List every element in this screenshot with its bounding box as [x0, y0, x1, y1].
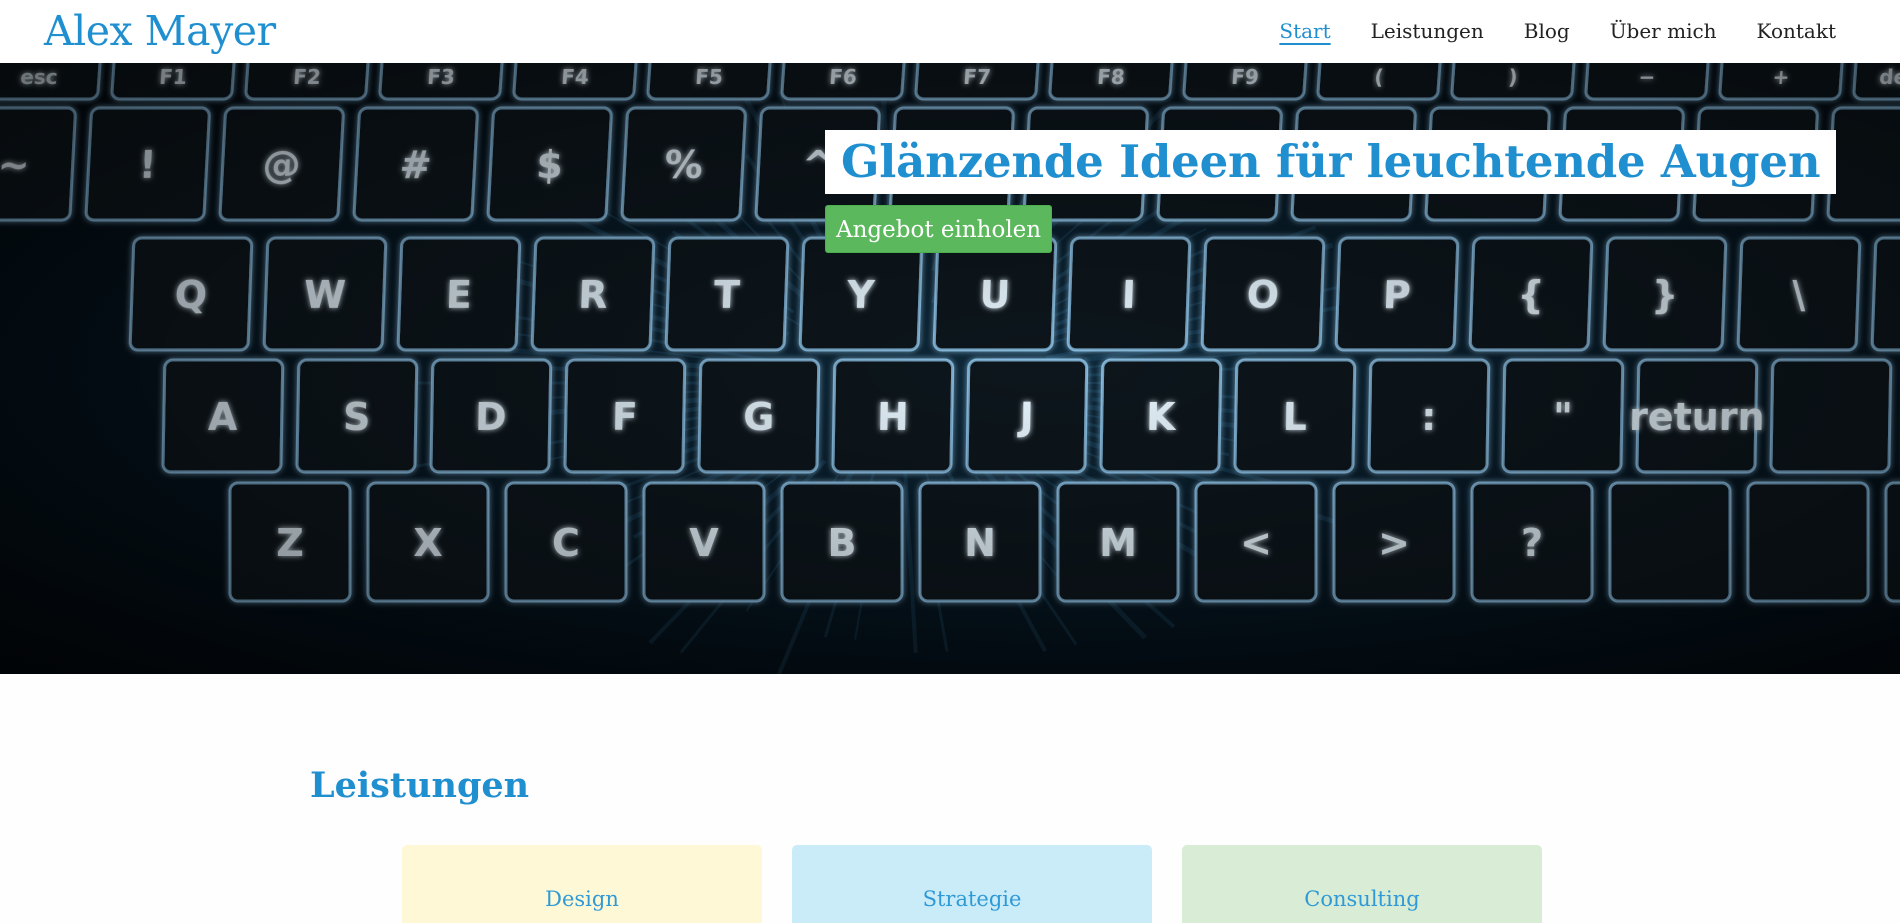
site-header: Alex Mayer Start Leistungen Blog Über mi…: [0, 0, 1900, 63]
services-cards: Design Strategie Consulting: [402, 845, 1542, 923]
service-card-label: Consulting: [1304, 887, 1420, 911]
hero-banner: escF1F2F3F4F5F6F7F8F9()−+delete~!@#$%^&*…: [0, 63, 1900, 674]
nav-item-ueber-mich[interactable]: Über mich: [1610, 14, 1717, 48]
services-title: Leistungen: [310, 765, 530, 806]
request-quote-button[interactable]: Angebot einholen: [825, 205, 1053, 253]
hero-headline-box: Glänzende Ideen für leuchtende Augen: [825, 130, 1837, 194]
nav-item-leistungen[interactable]: Leistungen: [1371, 14, 1484, 48]
service-card-design[interactable]: Design: [402, 845, 762, 923]
service-card-label: Design: [545, 887, 619, 911]
site-logo[interactable]: Alex Mayer: [44, 4, 276, 58]
main-nav: Start Leistungen Blog Über mich Kontakt: [1239, 14, 1836, 48]
nav-item-kontakt[interactable]: Kontakt: [1757, 14, 1836, 48]
service-card-label: Strategie: [922, 887, 1022, 911]
nav-item-start[interactable]: Start: [1279, 14, 1330, 48]
hero-headline: Glänzende Ideen für leuchtende Augen: [841, 135, 1821, 188]
service-card-strategie[interactable]: Strategie: [792, 845, 1152, 923]
service-card-consulting[interactable]: Consulting: [1182, 845, 1542, 923]
nav-item-blog[interactable]: Blog: [1524, 14, 1570, 48]
